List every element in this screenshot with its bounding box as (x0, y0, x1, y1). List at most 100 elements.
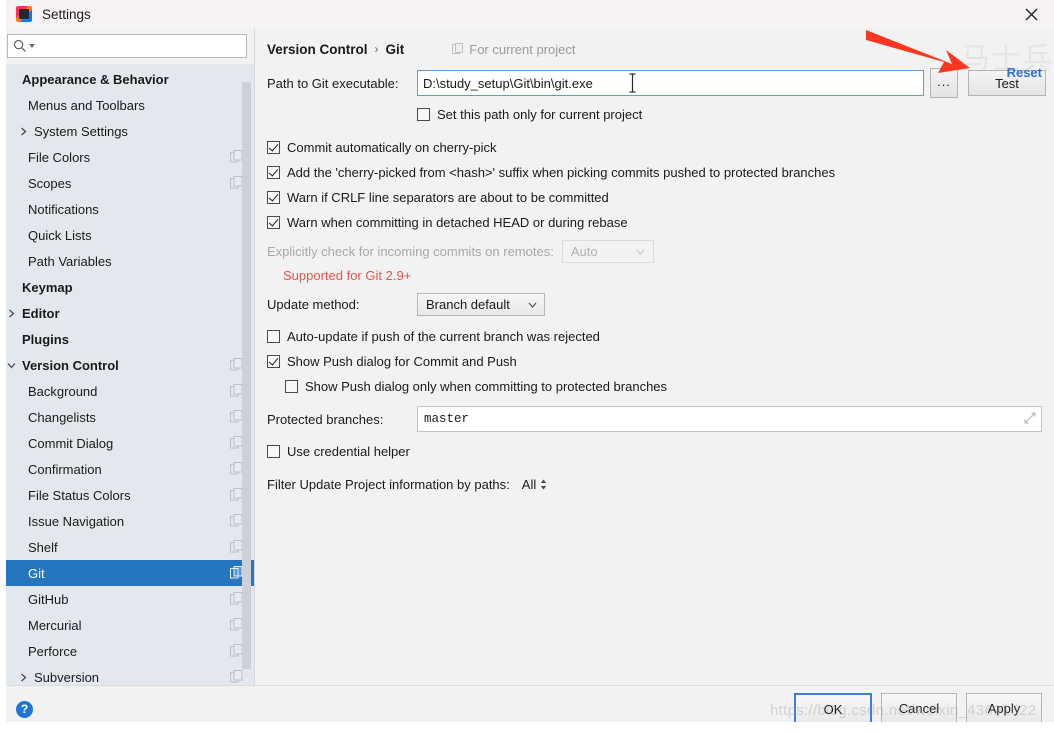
search-dropdown-icon[interactable] (29, 44, 35, 48)
show-push-protected-checkbox[interactable] (285, 380, 298, 393)
chevron-right-icon[interactable] (4, 309, 18, 318)
sidebar-item-quick-lists[interactable]: Quick Lists (0, 222, 254, 248)
sidebar-item-file-colors[interactable]: File Colors (0, 144, 254, 170)
chevron-right-icon[interactable] (16, 673, 30, 682)
chevron-down-icon[interactable] (4, 362, 18, 369)
set-path-only-checkbox[interactable] (417, 108, 430, 121)
sidebar-item-notifications[interactable]: Notifications (0, 196, 254, 222)
update-method-row: Update method: Branch default (255, 292, 1054, 317)
filter-paths-row: Filter Update Project information by pat… (255, 472, 1054, 497)
git-option-label: Commit automatically on cherry-pick (287, 140, 497, 155)
intellij-idea-icon (16, 6, 32, 22)
credential-helper-label: Use credential helper (287, 444, 410, 459)
sidebar-item-label: Issue Navigation (28, 513, 125, 529)
git-option-label: Warn when committing in detached HEAD or… (287, 215, 628, 230)
update-method-dropdown[interactable]: Branch default (417, 293, 545, 316)
sidebar-item-label: Mercurial (28, 617, 82, 633)
sidebar-item-label: Shelf (28, 539, 58, 555)
credential-helper-checkbox[interactable] (267, 445, 280, 458)
sidebar-item-perforce[interactable]: Perforce (0, 638, 254, 664)
stepper-arrows-icon[interactable] (540, 479, 547, 490)
help-icon[interactable]: ? (16, 700, 33, 718)
show-push-protected-label: Show Push dialog only when committing to… (305, 379, 668, 394)
sidebar-item-menus-and-toolbars[interactable]: Menus and Toolbars (0, 92, 254, 118)
path-to-git-value: D:\study_setup\Git\bin\git.exe (423, 75, 593, 91)
chevron-right-icon[interactable] (16, 127, 30, 136)
browse-button[interactable]: ... (930, 68, 958, 98)
sidebar-item-version-control[interactable]: Version Control (0, 352, 254, 378)
sidebar-item-keymap[interactable]: Keymap (0, 274, 254, 300)
search-box[interactable] (7, 34, 247, 58)
reset-link[interactable]: Reset (1007, 65, 1042, 80)
sidebar-item-confirmation[interactable]: Confirmation (0, 456, 254, 482)
sidebar-item-changelists[interactable]: Changelists (0, 404, 254, 430)
protected-branches-input[interactable]: master (417, 406, 1042, 432)
settings-tree: Appearance & Behavior Menus and Toolbars S… (0, 64, 254, 685)
protected-branches-label: Protected branches: (267, 411, 384, 427)
sidebar-item-plugins[interactable]: Plugins (0, 326, 254, 352)
path-to-git-input[interactable]: D:\study_setup\Git\bin\git.exe (417, 70, 924, 96)
git-checkbox-list: Commit automatically on cherry-pick Add t… (255, 135, 1054, 235)
git-option-row: Warn when committing in detached HEAD or… (255, 210, 1054, 235)
sidebar-item-label: Menus and Toolbars (28, 97, 145, 113)
sidebar-item-path-variables[interactable]: Path Variables (0, 248, 254, 274)
sidebar-item-shelf[interactable]: Shelf (0, 534, 254, 560)
project-scope-icon (452, 43, 464, 54)
sidebar-item-file-status-colors[interactable]: File Status Colors (0, 482, 254, 508)
sidebar-item-subversion[interactable]: Subversion (0, 664, 254, 685)
update-method-label: Update method: (267, 297, 360, 312)
explicit-check-label: Explicitly check for incoming commits on… (267, 244, 554, 259)
sidebar-item-label: Plugins (22, 331, 69, 347)
sidebar-item-appearance-behavior[interactable]: Appearance & Behavior (0, 66, 254, 92)
sidebar-item-label: Background (28, 383, 98, 399)
git-option-checkbox[interactable] (267, 216, 280, 229)
sidebar-item-system-settings[interactable]: System Settings (0, 118, 254, 144)
breadcrumb-parent[interactable]: Version Control (267, 42, 368, 57)
sidebar-item-mercurial[interactable]: Mercurial (0, 612, 254, 638)
ok-button[interactable]: OK (794, 693, 872, 725)
for-current-project-text: For current project (469, 41, 576, 57)
git-option-checkbox[interactable] (267, 166, 280, 179)
sidebar-item-label: File Colors (28, 149, 91, 165)
sidebar-item-label: System Settings (34, 123, 128, 139)
sidebar-item-label: Quick Lists (28, 227, 92, 243)
git-option-label: Add the 'cherry-picked from <hash>' suff… (287, 165, 836, 180)
for-current-project-label: For current project (452, 42, 575, 57)
auto-update-checkbox[interactable] (267, 330, 280, 343)
sidebar-item-label: Perforce (28, 643, 78, 659)
auto-update-row: Auto-update if push of the current branc… (255, 324, 1054, 349)
git-option-label: Warn if CRLF line separators are about t… (287, 190, 609, 205)
search-icon (13, 39, 26, 52)
sidebar-item-git[interactable]: Git (0, 560, 254, 586)
git-option-row: Warn if CRLF line separators are about t… (255, 185, 1054, 210)
sidebar-scrollbar-thumb[interactable] (242, 82, 251, 669)
show-push-checkbox[interactable] (267, 355, 280, 368)
sidebar-item-scopes[interactable]: Scopes (0, 170, 254, 196)
expand-icon[interactable] (1024, 412, 1036, 424)
sidebar-item-github[interactable]: GitHub (0, 586, 254, 612)
sidebar-item-commit-dialog[interactable]: Commit Dialog (0, 430, 254, 456)
explicit-check-row: Explicitly check for incoming commits on… (255, 239, 1054, 264)
sidebar-item-editor[interactable]: Editor (0, 300, 254, 326)
sidebar-item-issue-navigation[interactable]: Issue Navigation (0, 508, 254, 534)
filter-paths-stepper[interactable]: All (522, 477, 547, 492)
close-icon[interactable] (1008, 0, 1054, 28)
git-settings-panel: Version Control › Git For current projec… (255, 28, 1054, 685)
sidebar-item-background[interactable]: Background (0, 378, 254, 404)
page-left-edge (0, 0, 6, 722)
git-option-checkbox[interactable] (267, 141, 280, 154)
update-method-value: Branch default (426, 297, 510, 312)
explicit-check-value: Auto (570, 244, 598, 259)
show-push-row: Show Push dialog for Commit and Push (255, 349, 1054, 374)
apply-button[interactable]: Apply (966, 693, 1042, 723)
git-option-checkbox[interactable] (267, 191, 280, 204)
search-input[interactable] (39, 37, 241, 55)
sidebar-item-label: Subversion (34, 669, 100, 685)
cancel-button[interactable]: Cancel (881, 693, 957, 723)
sidebar-scrollbar[interactable] (242, 62, 251, 683)
breadcrumb: Version Control › Git For current projec… (255, 28, 1054, 64)
breadcrumb-current: Git (385, 41, 405, 57)
explicit-check-dropdown: Auto (561, 240, 654, 263)
page-bottom-edge (0, 722, 1054, 732)
show-push-label: Show Push dialog for Commit and Push (287, 354, 517, 369)
